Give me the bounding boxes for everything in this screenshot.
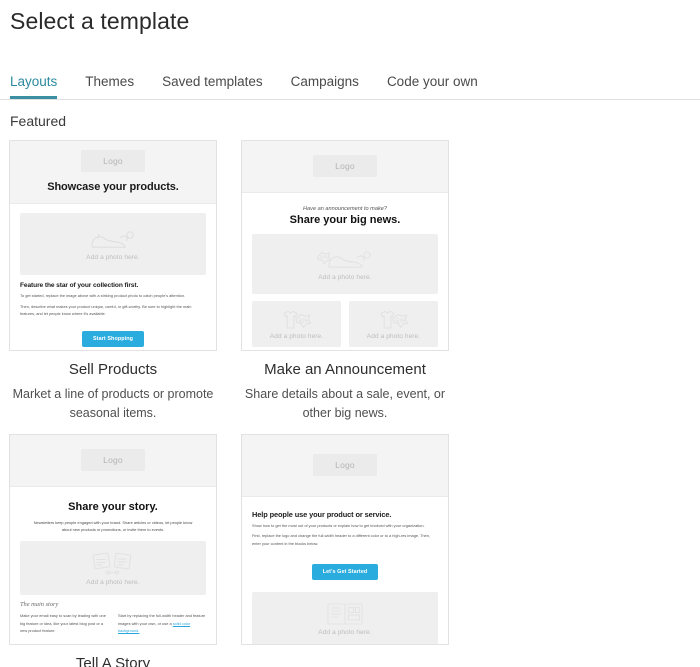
template-card-make-an-announcement[interactable]: Logo Have an announcement to make? Share… xyxy=(241,140,449,351)
photo-placeholder-label: Add a photo here. xyxy=(318,273,372,281)
photo-placeholder-main[interactable]: 10% Add a photo here. xyxy=(252,234,438,294)
template-picker-page: Select a template Layouts Themes Saved t… xyxy=(0,0,700,667)
svg-text:10%: 10% xyxy=(320,254,329,259)
preview-column-1-text: Make your email easy to scan by leading … xyxy=(20,613,106,634)
tab-campaigns[interactable]: Campaigns xyxy=(291,74,359,99)
preview-paragraph-1: To get started, replace the image above … xyxy=(20,293,186,298)
photo-placeholder-label: Add a photo here. xyxy=(269,332,324,340)
preview-header: Logo xyxy=(242,141,448,193)
preview-section-label: The main story xyxy=(20,601,59,609)
preview-headline: Share your story. xyxy=(68,500,158,513)
page-title: Select a template xyxy=(10,8,190,34)
tab-layouts[interactable]: Layouts xyxy=(10,74,58,99)
template-card-tell-a-story[interactable]: Logo Share your story. Newsletters keep … xyxy=(9,433,217,645)
tab-bar: Layouts Themes Saved templates Campaigns… xyxy=(0,72,700,100)
preview-column-right: Start by replacing the full-width header… xyxy=(118,612,206,638)
preview-cta-wrap: Start Shopping xyxy=(20,321,206,347)
preview-header: Logo Showcase your products. xyxy=(10,141,216,204)
template-cell-make-an-announcement: Logo Have an announcement to make? Share… xyxy=(241,140,473,424)
tab-themes[interactable]: Themes xyxy=(85,74,134,99)
shoe-icon xyxy=(86,228,140,252)
photo-placeholder-label: Add a photo here. xyxy=(366,332,421,340)
logo-placeholder: Logo xyxy=(313,453,377,476)
tab-code-your-own[interactable]: Code your own xyxy=(387,74,478,99)
preview-paragraph-1: Show how to get the most out of your pro… xyxy=(252,522,425,528)
photo-placeholder-right[interactable]: 50% Add a photo here. xyxy=(349,301,438,347)
template-title-sell-products: Sell Products xyxy=(68,361,158,378)
lets-get-started-button[interactable]: Let's Get Started xyxy=(311,563,379,580)
preview-subhead: Help people use your product or service. xyxy=(252,509,392,519)
photo-placeholder-label: Add a photo here. xyxy=(318,629,372,637)
preview-column-2-pre: Start by replacing the full-width header… xyxy=(118,613,206,626)
preview-body: Share your story. Newsletters keep peopl… xyxy=(10,487,216,638)
template-grid: Logo Showcase your products. Add a photo… xyxy=(0,129,700,667)
photo-placeholder-left[interactable]: 50% Add a photo here. xyxy=(252,301,341,347)
template-description-sell-products: Market a line of products or promote sea… xyxy=(12,387,214,421)
preview-paragraph-2: First, replace the logo and change the f… xyxy=(252,533,431,546)
logo-placeholder: Logo xyxy=(313,155,377,177)
preview-columns: Make your email easy to scan by leading … xyxy=(20,612,206,638)
preview-paragraph-2: Then, describe what makes your product u… xyxy=(20,303,192,317)
section-title-featured: Featured xyxy=(10,113,67,129)
template-cell-sell-products: Logo Showcase your products. Add a photo… xyxy=(9,140,241,424)
preview-body: Add a photo here. Feature the star of yo… xyxy=(10,204,216,347)
shirt-sale-icon: 50% xyxy=(276,309,318,331)
preview-cta-wrap: Let's Get Started xyxy=(252,551,438,580)
preview-header: Logo xyxy=(242,434,448,497)
preview-photo-row: 50% Add a photo here. 50% Add a photo he… xyxy=(252,301,438,347)
template-title-make-an-announcement: Make an Announcement xyxy=(264,361,426,378)
photos-icon xyxy=(90,551,136,577)
logo-placeholder: Logo xyxy=(81,150,145,172)
start-shopping-button[interactable]: Start Shopping xyxy=(81,330,145,347)
logo-placeholder: Logo xyxy=(81,448,145,471)
document-icon xyxy=(326,601,364,627)
shirt-sale-icon: 50% xyxy=(373,309,415,331)
template-card-educate[interactable]: Logo Help people use your product or ser… xyxy=(241,433,449,645)
photo-placeholder[interactable]: Add a photo here. xyxy=(20,541,206,596)
photo-placeholder[interactable]: Add a photo here. xyxy=(20,213,206,275)
preview-column-left: Make your email easy to scan by leading … xyxy=(20,612,108,638)
shoe-sale-icon: 10% xyxy=(315,248,375,272)
svg-text:50%: 50% xyxy=(298,318,309,324)
preview-headline: Share your big news. xyxy=(289,214,401,226)
template-description-make-an-announcement: Share details about a sale, event, or ot… xyxy=(244,387,446,421)
preview-headline: Showcase your products. xyxy=(47,181,179,193)
preview-body: Help people use your product or service.… xyxy=(242,497,448,644)
template-cell-tell-a-story: Logo Share your story. Newsletters keep … xyxy=(9,433,241,667)
preview-header: Logo xyxy=(10,434,216,487)
preview-intro: Newsletters keep people engaged with you… xyxy=(33,519,193,532)
photo-placeholder[interactable]: Add a photo here. xyxy=(252,591,438,644)
preview-kicker: Have an announcement to make? xyxy=(303,206,387,212)
preview-column-2-text: Start by replacing the full-width header… xyxy=(118,612,206,635)
tab-saved-templates[interactable]: Saved templates xyxy=(162,74,263,99)
photo-placeholder-label: Add a photo here. xyxy=(86,578,140,586)
template-title-tell-a-story: Tell A Story xyxy=(75,654,151,667)
template-cell-educate: Logo Help people use your product or ser… xyxy=(241,433,473,667)
template-card-sell-products[interactable]: Logo Showcase your products. Add a photo… xyxy=(9,140,217,351)
photo-placeholder-label: Add a photo here. xyxy=(86,253,140,261)
preview-body: Have an announcement to make? Share your… xyxy=(242,193,448,347)
svg-text:50%: 50% xyxy=(395,318,406,324)
preview-subhead: Feature the star of your collection firs… xyxy=(20,282,139,289)
